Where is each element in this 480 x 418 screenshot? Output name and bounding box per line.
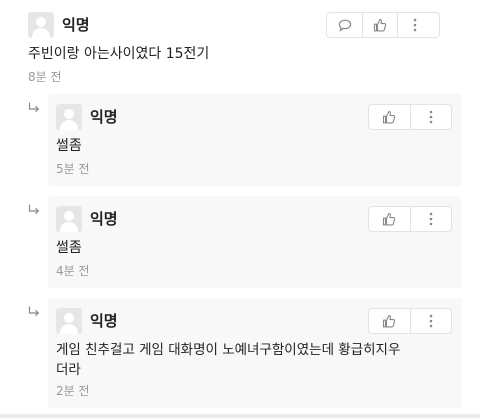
reply-arrow-icon [28, 306, 40, 318]
comment-time: 8분 전 [28, 70, 62, 84]
like-button[interactable] [369, 207, 410, 231]
reply-button[interactable] [327, 13, 362, 37]
more-button[interactable] [409, 207, 451, 231]
comment: 익명 주빈이랑 아는사이였다 15전기 8분 전 [0, 0, 480, 90]
reply-author: 익명 [90, 108, 118, 126]
reply: 익명 썰좀 5분 전 [48, 94, 462, 186]
vertical-dots-icon [413, 18, 417, 32]
reply-author: 익명 [90, 312, 118, 330]
like-button[interactable] [369, 105, 410, 129]
vertical-dots-icon [429, 110, 433, 124]
thumbs-up-icon [383, 314, 396, 328]
reply: 익명 게임 친추걸고 게임 대화명이 노예녀구함이였는데 황급히지우 더라 2분… [48, 298, 462, 408]
more-button[interactable] [409, 309, 451, 333]
reply-actions [368, 308, 452, 334]
reply-arrow-icon [28, 102, 40, 114]
reply: 익명 썰좀 4분 전 [48, 196, 462, 288]
like-button[interactable] [362, 13, 397, 37]
reply-actions [368, 206, 452, 232]
thumbs-up-icon [373, 18, 387, 32]
reply-arrow-icon [28, 204, 40, 216]
vertical-dots-icon [429, 212, 433, 226]
reply-actions [368, 104, 452, 130]
vertical-dots-icon [429, 314, 433, 328]
more-button[interactable] [397, 13, 432, 37]
avatar [56, 308, 82, 334]
comment-thread: 익명 주빈이랑 아는사이였다 15전기 8분 전 익명 썰좀 5분 전 익명 썰… [0, 0, 480, 418]
reply-time: 4분 전 [56, 264, 90, 278]
thumbs-up-icon [383, 110, 396, 124]
avatar [28, 12, 54, 38]
more-button[interactable] [409, 105, 451, 129]
reply-time: 2분 전 [56, 384, 90, 398]
reply-time: 5분 전 [56, 162, 90, 176]
reply-text-line2: 더라 [56, 362, 81, 378]
reply-author: 익명 [90, 210, 118, 228]
avatar [56, 104, 82, 130]
comment-author: 익명 [62, 16, 90, 34]
reply-text-line1: 게임 친추걸고 게임 대화명이 노예녀구함이였는데 황급히지우 [56, 342, 401, 358]
reply-text: 썰좀 [56, 240, 82, 256]
comment-text: 주빈이랑 아는사이였다 15전기 [28, 46, 210, 62]
comment-actions [326, 12, 440, 38]
reply-text: 썰좀 [56, 138, 82, 154]
thumbs-up-icon [383, 212, 396, 226]
avatar [56, 206, 82, 232]
bottom-divider [0, 414, 480, 418]
speech-bubble-icon [338, 19, 351, 32]
like-button[interactable] [369, 309, 410, 333]
